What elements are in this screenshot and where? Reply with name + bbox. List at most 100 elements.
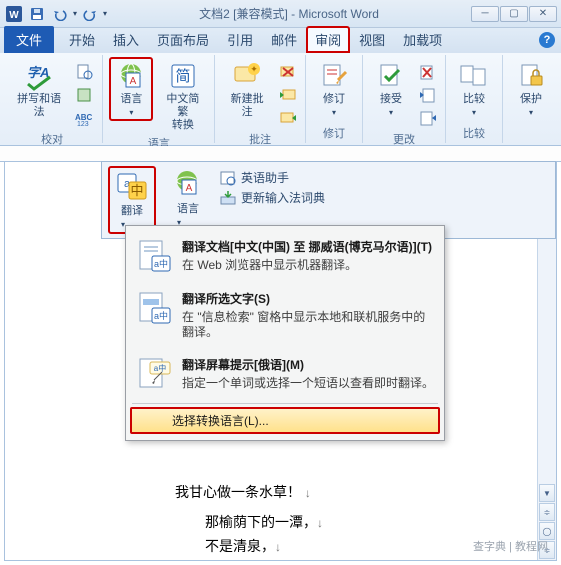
save-icon[interactable] <box>27 4 47 24</box>
translate-screentip-icon: a中 <box>136 356 172 392</box>
tab-file[interactable]: 文件 <box>4 26 54 53</box>
redo-icon[interactable] <box>80 4 100 24</box>
tab-layout[interactable]: 页面布局 <box>148 26 218 53</box>
doc-line-2: 那榆荫下的一潭，↓ <box>205 512 323 532</box>
language-button[interactable]: A 语言▾ <box>109 57 153 121</box>
group-comments-label: 批注 <box>249 129 271 147</box>
scroll-down-icon[interactable]: ▼ <box>539 484 555 502</box>
track-changes-button[interactable]: 修订▾ <box>312 57 356 120</box>
globe-icon: A <box>115 60 147 92</box>
undo-dropdown-icon[interactable]: ▾ <box>73 9 77 18</box>
group-changes: 接受▾ 更改 <box>363 55 446 143</box>
svg-text:中: 中 <box>130 183 143 198</box>
translate-document-desc: 在 Web 浏览器中显示机器翻译。 <box>182 258 434 273</box>
group-tracking-label: 修订 <box>323 123 345 141</box>
tab-review[interactable]: 审阅 <box>306 26 350 53</box>
delete-comment-icon[interactable] <box>277 61 299 83</box>
tab-home[interactable]: 开始 <box>60 26 104 53</box>
group-tracking: 修订▾ 修订 <box>306 55 363 143</box>
translate-screentip-desc: 指定一个单词或选择一个短语以查看即时翻译。 <box>182 376 434 391</box>
prev-page-icon[interactable]: ≑ <box>539 503 555 521</box>
new-comment-label: 新建批注 <box>226 92 268 119</box>
prev-comment-icon[interactable] <box>277 84 299 106</box>
translate-dropdown: a中 翻译文档[中文(中国) 至 挪威语(博克马尔语)](T) 在 Web 浏览… <box>125 225 445 441</box>
compare-button[interactable]: 比较▾ <box>452 57 496 120</box>
wordcount-icon[interactable]: ABC123 <box>74 107 96 129</box>
word-icon[interactable]: W <box>4 4 24 24</box>
menu-separator <box>132 403 438 404</box>
tab-view[interactable]: 视图 <box>350 26 394 53</box>
translate-selection-desc: 在 "信息检索" 窗格中显示本地和联机服务中的翻译。 <box>182 310 434 340</box>
spelling-icon: 字A <box>23 60 55 92</box>
update-ime-button[interactable]: 更新输入法词典 <box>220 189 325 206</box>
translate-document-item[interactable]: a中 翻译文档[中文(中国) 至 挪威语(博克马尔语)](T) 在 Web 浏览… <box>128 230 442 282</box>
maximize-button[interactable]: ▢ <box>500 6 528 22</box>
spelling-label: 拼写和语法 <box>13 92 65 119</box>
protect-icon <box>515 60 547 92</box>
title-bar: W ▾ ▾ 文档2 [兼容模式] - Microsoft Word ─ ▢ ✕ <box>0 0 561 28</box>
svg-text:a中: a中 <box>154 310 168 321</box>
undo-icon[interactable] <box>50 4 70 24</box>
protect-button[interactable]: 保护▾ <box>509 57 553 120</box>
language-sub-button[interactable]: A 语言▾ <box>166 166 210 230</box>
tab-mailings[interactable]: 邮件 <box>262 26 306 53</box>
prev-change-icon[interactable] <box>417 84 439 106</box>
window-controls: ─ ▢ ✕ <box>471 6 557 22</box>
language-label: 语言▾ <box>120 92 142 119</box>
update-ime-label: 更新输入法词典 <box>241 189 325 206</box>
translate-selection-title: 翻译所选文字(S) <box>182 290 434 307</box>
reject-icon[interactable] <box>417 61 439 83</box>
translate-icon: a中 <box>116 170 148 202</box>
minimize-button[interactable]: ─ <box>471 6 499 22</box>
svg-text:A: A <box>130 76 137 87</box>
group-compare: 比较▾ 比较 <box>446 55 503 143</box>
english-assistant-icon <box>220 170 236 186</box>
cn-convert-label: 中文简繁 转换 <box>162 92 203 132</box>
ribbon-tabs: 文件 开始 插入 页面布局 引用 邮件 审阅 视图 加载项 ? <box>0 28 561 53</box>
accept-button[interactable]: 接受▾ <box>369 57 413 120</box>
accept-icon <box>375 60 407 92</box>
translate-screentip-title: 翻译屏幕提示[俄语](M) <box>182 356 434 373</box>
compare-icon <box>458 60 490 92</box>
accept-label: 接受▾ <box>380 92 402 119</box>
globe-sub-icon: A <box>172 168 204 200</box>
next-comment-icon[interactable] <box>277 107 299 129</box>
tab-addins[interactable]: 加载项 <box>394 26 451 53</box>
group-protect: 保护▾ <box>503 55 559 143</box>
svg-text:123: 123 <box>77 121 89 126</box>
svg-text:字A: 字A <box>27 65 49 80</box>
svg-text:W: W <box>9 10 19 21</box>
compare-label: 比较▾ <box>463 92 485 119</box>
new-comment-button[interactable]: ✦ 新建批注 <box>221 57 273 120</box>
tab-references[interactable]: 引用 <box>218 26 262 53</box>
ruler <box>0 146 561 162</box>
tab-insert[interactable]: 插入 <box>104 26 148 53</box>
chinese-conversion-button[interactable]: 简 中文简繁 转换 <box>157 57 208 133</box>
translate-selection-icon: a中 <box>136 290 172 326</box>
research-icon[interactable] <box>74 61 96 83</box>
track-icon <box>318 60 350 92</box>
english-assistant-label: 英语助手 <box>241 169 289 186</box>
close-button[interactable]: ✕ <box>529 6 557 22</box>
english-assistant-button[interactable]: 英语助手 <box>220 169 325 186</box>
svg-text:简: 简 <box>175 68 190 85</box>
translate-document-title: 翻译文档[中文(中国) 至 挪威语(博克马尔语)](T) <box>182 238 434 255</box>
help-icon[interactable]: ? <box>539 32 555 48</box>
translate-screentip-item[interactable]: a中 翻译屏幕提示[俄语](M) 指定一个单词或选择一个短语以查看即时翻译。 <box>128 348 442 400</box>
ribbon: 字A 拼写和语法 ABC123 校对 A 语言▾ 简 中文简繁 转换 语言 <box>0 53 561 146</box>
choose-language-item[interactable]: 选择转换语言(L)... <box>130 407 440 434</box>
new-comment-icon: ✦ <box>231 60 263 92</box>
group-protect-label <box>529 127 532 141</box>
translate-document-icon: a中 <box>136 238 172 274</box>
thesaurus-icon[interactable] <box>74 84 96 106</box>
group-proofing-label: 校对 <box>41 129 63 147</box>
watermark: 查字典 | 教程网 <box>473 538 548 554</box>
group-comments: ✦ 新建批注 批注 <box>215 55 306 143</box>
translate-button[interactable]: a中 翻译▾ <box>108 166 156 234</box>
svg-text:A: A <box>186 183 193 194</box>
spelling-button[interactable]: 字A 拼写和语法 <box>8 57 70 120</box>
group-changes-label: 更改 <box>393 129 415 147</box>
translate-selection-item[interactable]: a中 翻译所选文字(S) 在 "信息检索" 窗格中显示本地和联机服务中的翻译。 <box>128 282 442 348</box>
next-change-icon[interactable] <box>417 107 439 129</box>
track-label: 修订▾ <box>323 92 345 119</box>
